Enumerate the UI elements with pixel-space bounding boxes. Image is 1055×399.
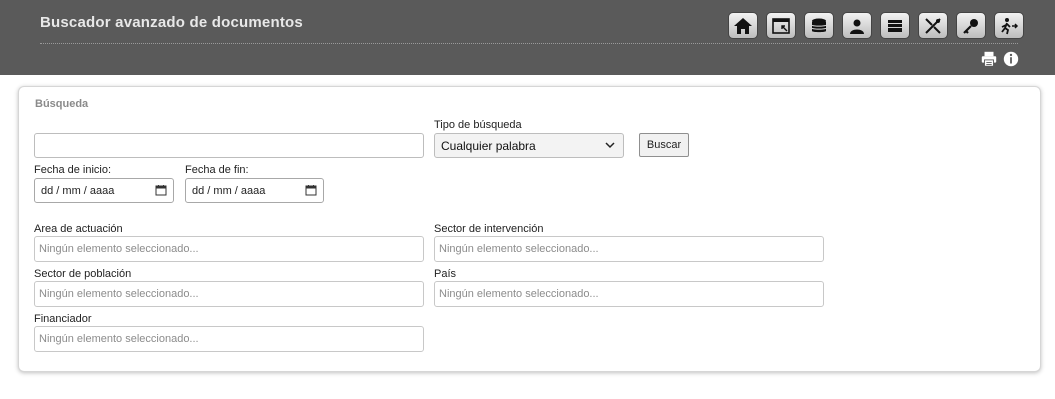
home-icon (734, 17, 752, 34)
financiador-multiselect[interactable]: Ningún elemento seleccionado... (34, 326, 424, 352)
exit-icon (1001, 17, 1019, 34)
financiador-label: Financiador (34, 313, 92, 325)
area-multiselect[interactable]: Ningún elemento seleccionado... (34, 236, 424, 262)
search-input[interactable] (34, 133, 424, 158)
tools-button[interactable] (918, 12, 948, 39)
books-button[interactable] (880, 12, 910, 39)
main-toolbar (728, 12, 1024, 39)
exit-button[interactable] (994, 12, 1024, 39)
start-date-value: dd / mm / aaaa (41, 185, 115, 197)
key-button[interactable] (956, 12, 986, 39)
print-button[interactable] (980, 50, 998, 68)
sector-intervencion-multiselect[interactable]: Ningún elemento seleccionado... (434, 236, 824, 262)
info-button[interactable] (1002, 50, 1020, 68)
window-icon (772, 17, 790, 34)
app-header: Buscador avanzado de documentos (0, 0, 1055, 75)
pais-label: País (434, 268, 457, 280)
start-date-field[interactable]: dd / mm / aaaa (34, 178, 174, 203)
key-icon (963, 18, 978, 34)
start-date-label: Fecha de inicio: (34, 164, 112, 176)
area-label: Area de actuación (34, 223, 123, 235)
page-title: Buscador avanzado de documentos (40, 14, 303, 31)
home-button[interactable] (728, 12, 758, 39)
tools-icon (925, 17, 941, 34)
user-button[interactable] (842, 12, 872, 39)
sector-poblacion-multiselect[interactable]: Ningún elemento seleccionado... (34, 281, 424, 307)
database-icon (811, 18, 827, 32)
end-date-label: Fecha de fin: (185, 164, 249, 176)
section-label: Búsqueda (35, 98, 89, 110)
end-date-field[interactable]: dd / mm / aaaa (185, 178, 324, 203)
title-divider (40, 43, 1018, 44)
books-icon (888, 19, 902, 32)
user-icon (850, 19, 864, 34)
info-icon (1003, 51, 1019, 67)
window-button[interactable] (766, 12, 796, 39)
search-type-value: Cualquier palabra (441, 139, 536, 153)
end-date-value: dd / mm / aaaa (192, 185, 266, 197)
calendar-icon[interactable] (155, 184, 167, 196)
calendar-icon[interactable] (305, 184, 317, 196)
sector-poblacion-label: Sector de población (34, 268, 132, 280)
pais-multiselect[interactable]: Ningún elemento seleccionado... (434, 281, 824, 307)
search-type-label: Tipo de búsqueda (434, 119, 522, 131)
print-icon (981, 51, 997, 67)
chevron-down-icon (605, 142, 615, 149)
search-panel: Búsqueda Tipo de búsqueda Cualquier pala… (18, 86, 1041, 372)
search-type-select[interactable]: Cualquier palabra (434, 133, 624, 158)
database-button[interactable] (804, 12, 834, 39)
search-button[interactable]: Buscar (639, 133, 689, 157)
sector-intervencion-label: Sector de intervención (434, 223, 544, 235)
